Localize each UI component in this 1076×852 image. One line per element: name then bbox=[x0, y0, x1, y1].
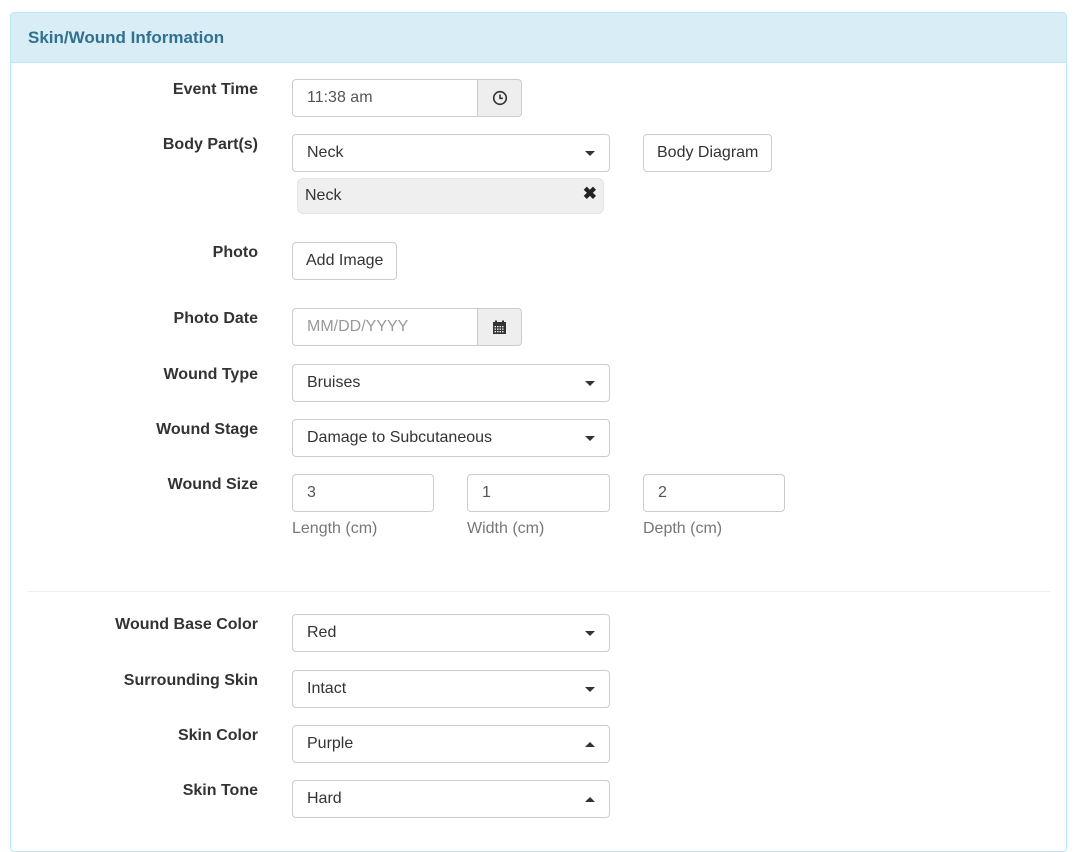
wound-width-value: 1 bbox=[482, 484, 491, 501]
wound-base-color-select[interactable]: Red bbox=[292, 614, 610, 652]
surrounding-skin-select[interactable]: Intact bbox=[292, 670, 610, 708]
skin-color-select[interactable]: Purple bbox=[292, 725, 610, 763]
event-time-input[interactable]: 11:38 am bbox=[292, 79, 478, 117]
wound-length-input[interactable]: 3 bbox=[292, 474, 434, 512]
clock-icon bbox=[492, 90, 507, 106]
wound-depth-input[interactable]: 2 bbox=[643, 474, 785, 512]
surrounding-skin-value: Intact bbox=[307, 680, 347, 697]
wound-width-help: Width (cm) bbox=[467, 520, 545, 537]
photo-label: Photo bbox=[212, 244, 258, 261]
close-icon[interactable]: ✖ bbox=[583, 184, 597, 204]
body-part-chip: Neck ✖ bbox=[297, 178, 604, 214]
wound-type-label: Wound Type bbox=[163, 366, 258, 383]
section-divider bbox=[28, 591, 1050, 592]
chevron-down-icon bbox=[585, 686, 595, 692]
chevron-up-icon bbox=[585, 741, 595, 747]
photo-date-label: Photo Date bbox=[173, 310, 258, 327]
wound-type-select[interactable]: Bruises bbox=[292, 364, 610, 402]
surrounding-skin-label: Surrounding Skin bbox=[123, 672, 258, 689]
wound-depth-value: 2 bbox=[658, 484, 667, 501]
wound-type-value: Bruises bbox=[307, 374, 361, 391]
wound-length-help: Length (cm) bbox=[292, 520, 378, 537]
skin-tone-label: Skin Tone bbox=[182, 782, 258, 799]
photo-date-picker-button[interactable] bbox=[478, 308, 522, 346]
wound-stage-select[interactable]: Damage to Subcutaneous bbox=[292, 419, 610, 457]
event-time-label: Event Time bbox=[172, 81, 258, 98]
panel-heading: Skin/Wound Information bbox=[11, 13, 1066, 63]
event-time-value: 11:38 am bbox=[307, 89, 373, 106]
photo-date-input[interactable]: MM/DD/YYYY bbox=[292, 308, 478, 346]
event-time-group: 11:38 am bbox=[292, 79, 522, 117]
skin-color-value: Purple bbox=[307, 735, 354, 752]
photo-date-group: MM/DD/YYYY bbox=[292, 308, 522, 346]
body-parts-selected: Neck bbox=[307, 144, 344, 161]
wound-length-value: 3 bbox=[307, 484, 316, 501]
skin-wound-panel: Skin/Wound Information Event Time 11:38 … bbox=[10, 12, 1067, 852]
body-parts-select[interactable]: Neck bbox=[292, 134, 610, 172]
wound-base-color-label: Wound Base Color bbox=[115, 616, 258, 633]
body-part-chip-label: Neck bbox=[305, 187, 342, 204]
wound-base-color-value: Red bbox=[307, 624, 337, 641]
body-parts-label: Body Part(s) bbox=[162, 136, 258, 153]
skin-color-label: Skin Color bbox=[177, 727, 258, 744]
skin-tone-select[interactable]: Hard bbox=[292, 780, 610, 818]
chevron-down-icon bbox=[585, 630, 595, 636]
wound-stage-value: Damage to Subcutaneous bbox=[307, 429, 493, 446]
skin-tone-value: Hard bbox=[307, 790, 342, 807]
add-image-button[interactable]: Add Image bbox=[292, 242, 398, 280]
event-time-picker-button[interactable] bbox=[478, 79, 522, 117]
wound-size-label: Wound Size bbox=[167, 476, 258, 493]
chevron-down-icon bbox=[585, 435, 595, 441]
chevron-down-icon bbox=[585, 380, 595, 386]
photo-date-placeholder: MM/DD/YYYY bbox=[307, 318, 409, 335]
chevron-up-icon bbox=[585, 796, 595, 802]
wound-stage-label: Wound Stage bbox=[156, 421, 258, 438]
chevron-down-icon bbox=[585, 150, 595, 156]
wound-depth-help: Depth (cm) bbox=[643, 520, 723, 537]
panel-title: Skin/Wound Information bbox=[28, 27, 225, 47]
calendar-icon bbox=[493, 320, 506, 334]
body-diagram-button[interactable]: Body Diagram bbox=[643, 134, 773, 172]
wound-width-input[interactable]: 1 bbox=[467, 474, 610, 512]
